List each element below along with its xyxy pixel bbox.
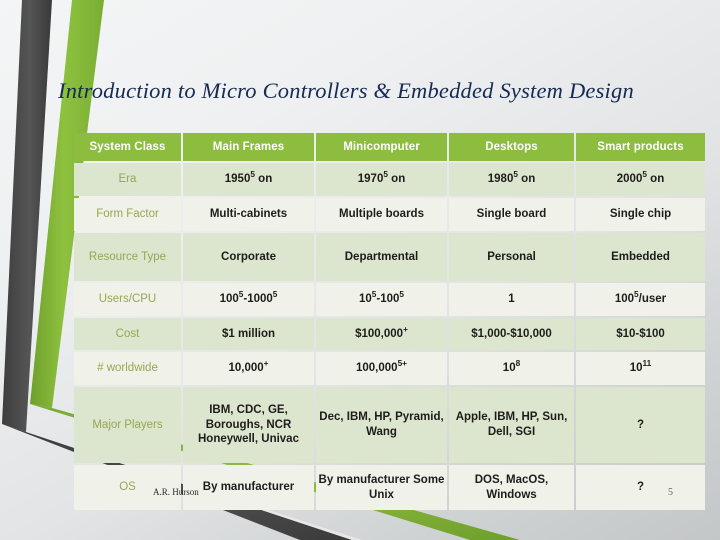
- table-cell: 19505 on: [183, 163, 314, 196]
- table-cell: By manufacturer: [183, 465, 314, 510]
- col-header-main-frames: Main Frames: [183, 133, 314, 161]
- table-row: # worldwide 10,000+ 100,0005+ 108 1011: [74, 352, 705, 385]
- table-cell: 1011: [576, 352, 705, 385]
- table-row: Major Players IBM, CDC, GE, Boroughs, NCR…: [74, 387, 705, 463]
- table-cell: 20005 on: [576, 163, 705, 196]
- table-header-row: System Class Main Frames Minicomputer De…: [74, 133, 705, 161]
- table-cell: 100,0005+: [316, 352, 447, 385]
- table-cell: By manufacturer Some Unix: [316, 465, 447, 510]
- slide-number: 5: [668, 487, 673, 498]
- slide-canvas: Introduction to Micro Controllers & Embe…: [0, 0, 720, 540]
- table-row: Users/CPU 1005-10005 105-1005 1 1005/user: [74, 283, 705, 316]
- row-header-major-players: Major Players: [74, 387, 181, 463]
- author-footer: A.R. Hurson: [153, 487, 199, 497]
- table-cell: 1: [449, 283, 574, 316]
- comparison-table-container: System Class Main Frames Minicomputer De…: [72, 131, 705, 512]
- table-row: Form Factor Multi-cabinets Multiple boards…: [74, 198, 705, 231]
- row-header-worldwide: # worldwide: [74, 352, 181, 385]
- ribbon-gray-upper: [2, 0, 52, 432]
- table-cell: IBM, CDC, GE, Boroughs, NCR Honeywell, U…: [183, 387, 314, 463]
- table-cell: Personal: [449, 233, 574, 281]
- table-cell: ?: [576, 465, 705, 510]
- table-cell: $1 million: [183, 318, 314, 350]
- table-body: Era 19505 on 19705 on 19805 on 20005 on Form …: [74, 163, 705, 510]
- table-cell: $1,000-$10,000: [449, 318, 574, 350]
- table-cell: Dec, IBM, HP, Pyramid, Wang: [316, 387, 447, 463]
- table-cell: 19805 on: [449, 163, 574, 196]
- row-header-cost: Cost: [74, 318, 181, 350]
- col-header-system-class: System Class: [74, 133, 181, 161]
- table-cell: ?: [576, 387, 705, 463]
- row-header-users-cpu: Users/CPU: [74, 283, 181, 316]
- row-header-form-factor: Form Factor: [74, 198, 181, 231]
- table-cell: 105-1005: [316, 283, 447, 316]
- table-cell: DOS, MacOS, Windows: [449, 465, 574, 510]
- table-row: Era 19505 on 19705 on 19805 on 20005 on: [74, 163, 705, 196]
- table-cell: 19705 on: [316, 163, 447, 196]
- table-cell: 1005/user: [576, 283, 705, 316]
- table-cell: 10,000+: [183, 352, 314, 385]
- table-cell: Single chip: [576, 198, 705, 231]
- system-class-comparison-table: System Class Main Frames Minicomputer De…: [72, 131, 707, 512]
- table-cell: $100,000+: [316, 318, 447, 350]
- table-cell: $10-$100: [576, 318, 705, 350]
- table-row: Cost $1 million $100,000+ $1,000-$10,000 $10…: [74, 318, 705, 350]
- table-cell: 108: [449, 352, 574, 385]
- col-header-desktops: Desktops: [449, 133, 574, 161]
- table-cell: Multi-cabinets: [183, 198, 314, 231]
- table-head: System Class Main Frames Minicomputer De…: [74, 133, 705, 161]
- row-header-era: Era: [74, 163, 181, 196]
- col-header-minicomputer: Minicomputer: [316, 133, 447, 161]
- table-cell: 1005-10005: [183, 283, 314, 316]
- col-header-smart-products: Smart products: [576, 133, 705, 161]
- table-cell: Embedded: [576, 233, 705, 281]
- row-header-resource-type: Resource Type: [74, 233, 181, 281]
- table-cell: Single board: [449, 198, 574, 231]
- table-cell: Departmental: [316, 233, 447, 281]
- table-cell: Multiple boards: [316, 198, 447, 231]
- page-title: Introduction to Micro Controllers & Embe…: [58, 78, 634, 103]
- table-cell: Corporate: [183, 233, 314, 281]
- table-row: Resource Type Corporate Departmental Person…: [74, 233, 705, 281]
- table-cell: Apple, IBM, HP, Sun, Dell, SGI: [449, 387, 574, 463]
